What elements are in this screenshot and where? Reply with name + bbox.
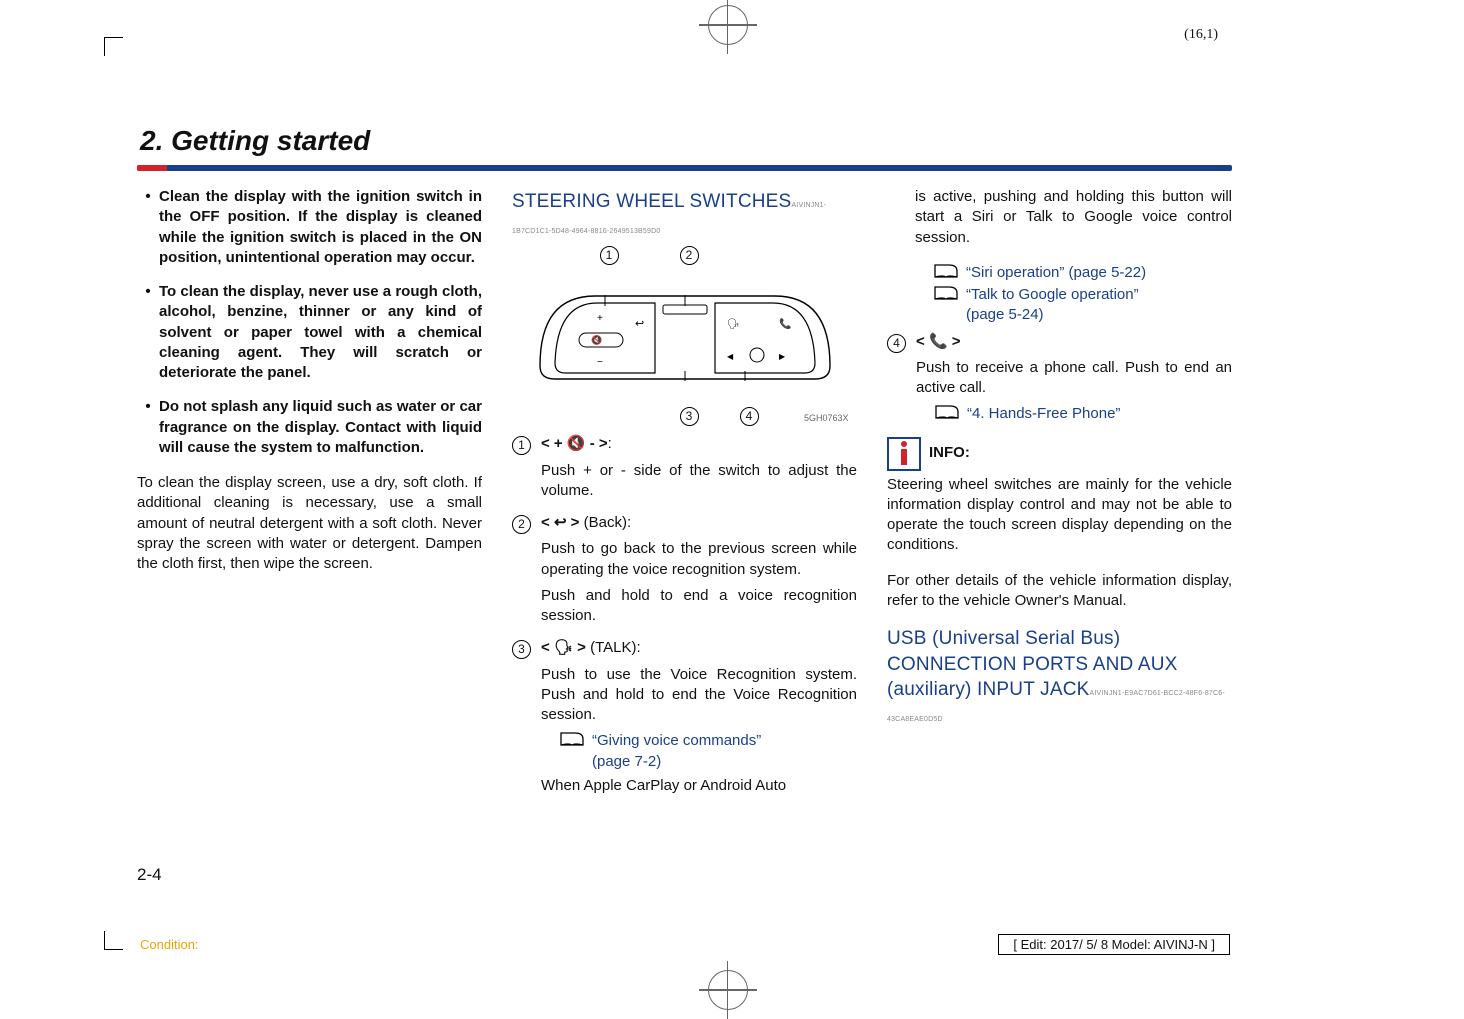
figure-code: 5GH0763X: [804, 412, 849, 424]
svg-text:🔇: 🔇: [591, 334, 602, 345]
content-columns: Clean the display with the ignition swit…: [137, 187, 1232, 808]
page-number: 2-4: [137, 865, 162, 885]
reference-link: “Siri operation” (page 5-22): [933, 263, 1232, 283]
svg-text:◀: ◀: [727, 352, 734, 361]
chapter-title: 2. Getting started: [140, 125, 370, 157]
info-icon: [887, 437, 921, 471]
reference-link: “Talk to Google operation” (page 5-24): [933, 285, 1232, 326]
svg-text:📞: 📞: [779, 317, 792, 330]
svg-text:+: +: [597, 313, 603, 324]
switch-item-4: 4 < 📞 > Push to receive a phone call. Pu…: [887, 332, 1232, 427]
steering-wheel-figure: 1 2 3 4 + − 🔇 ↩: [535, 246, 835, 426]
crop-mark-tl: [104, 37, 123, 56]
reference-link: “Giving voice commands” (page 7-2): [559, 731, 857, 772]
edit-info-box: [ Edit: 2017/ 5/ 8 Model: AIVINJ-N ]: [998, 934, 1230, 955]
callout-1-icon: 1: [600, 246, 619, 265]
phone-icon: 📞: [929, 333, 948, 350]
switch-item-3: 3 < 🗣 > (TALK): Push to use the Voice Re…: [512, 638, 857, 802]
registration-mark-bottom: [708, 970, 748, 1010]
usb-aux-heading: USB (Universal Serial Bus) CONNECTION PO…: [887, 626, 1232, 729]
steering-switches-heading: STEERING WHEEL SWITCHESAIVINJN1-1B7CD1C1…: [512, 189, 857, 240]
reference-link: “4. Hands-Free Phone”: [934, 404, 1232, 424]
registration-mark-top: [708, 5, 748, 45]
switch-item-2: 2 < ↩ > (Back): Push to go back to the p…: [512, 513, 857, 632]
warning-item: Do not splash any liquid such as water o…: [159, 397, 482, 458]
page-ref-icon: [933, 263, 959, 279]
sheet-number: (16,1): [1184, 27, 1218, 43]
switch-enum: 1 < + 🔇 - >: Push + or - side of the swi…: [512, 434, 857, 802]
talk-icon: 🗣: [554, 639, 573, 656]
cleaning-paragraph: To clean the display screen, use a dry, …: [137, 473, 482, 574]
column-3: is active, pushing and holding this butt…: [887, 187, 1232, 808]
divider-rule: [137, 165, 1232, 171]
mute-icon: 🔇: [567, 435, 586, 452]
callout-3-icon: 3: [680, 407, 699, 426]
warning-list: Clean the display with the ignition swit…: [137, 187, 482, 458]
info-paragraph: For other details of the vehicle informa…: [887, 571, 1232, 612]
switch-pad-illustration: + − 🔇 ↩ 🗣 📞 ◀ ▶: [535, 291, 835, 381]
condition-label: Condition:: [140, 937, 199, 952]
page-ref-icon: [933, 285, 959, 301]
svg-text:▶: ▶: [779, 352, 786, 361]
page-ref-icon: [559, 731, 585, 747]
back-arrow-icon: ↩: [554, 514, 567, 531]
continuation-text: is active, pushing and holding this butt…: [915, 187, 1232, 248]
info-paragraph: Steering wheel switches are mainly for t…: [887, 475, 1232, 556]
callout-2-icon: 2: [680, 246, 699, 265]
warning-item: Clean the display with the ignition swit…: [159, 187, 482, 268]
switch-item-1: 1 < + 🔇 - >: Push + or - side of the swi…: [512, 434, 857, 507]
column-2: STEERING WHEEL SWITCHESAIVINJN1-1B7CD1C1…: [512, 187, 857, 808]
callout-4-icon: 4: [740, 407, 759, 426]
warning-item: To clean the display, never use a rough …: [159, 282, 482, 383]
crop-mark-bl: [104, 931, 123, 950]
svg-text:🗣: 🗣: [727, 318, 740, 330]
svg-text:↩: ↩: [635, 318, 644, 330]
svg-text:−: −: [597, 357, 603, 368]
switch-enum-cont: 4 < 📞 > Push to receive a phone call. Pu…: [887, 332, 1232, 427]
page-ref-icon: [934, 404, 960, 420]
column-1: Clean the display with the ignition swit…: [137, 187, 482, 808]
info-heading: INFO:: [887, 437, 1232, 471]
page: (16,1) 2. Getting started Clean the disp…: [105, 5, 1350, 1010]
